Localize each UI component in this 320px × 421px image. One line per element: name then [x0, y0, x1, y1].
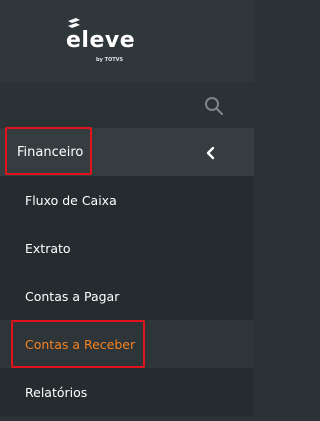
brand-sub: by TOTVS [96, 57, 124, 63]
chevron-left-icon[interactable] [204, 146, 216, 160]
menu-item-label: Contas a Pagar [25, 289, 120, 304]
active-indicator [0, 320, 3, 368]
menu-item-label: Fluxo de Caixa [25, 193, 117, 208]
menu-item-label: Extrato [25, 241, 71, 256]
sidebar: eleve by TOTVS Financeiro Fluxo de Caixa… [0, 0, 254, 421]
menu-item-label: Contas a Receber [25, 337, 136, 352]
brand-name: eleve [66, 28, 136, 53]
search-icon[interactable] [204, 96, 224, 116]
menu-item-label: Relatórios [25, 385, 88, 400]
section-label: Financeiro [17, 145, 84, 160]
logo-area: eleve by TOTVS [0, 0, 254, 82]
